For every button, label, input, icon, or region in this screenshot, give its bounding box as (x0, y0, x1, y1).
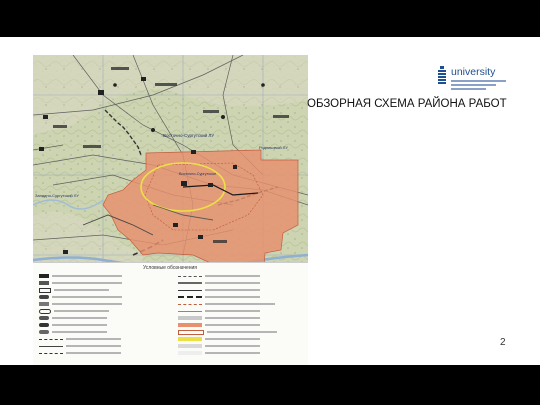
page-number: 2 (500, 337, 506, 348)
label-rodnikovyi-lu: Родниковый ЛУ (259, 145, 288, 150)
label-vostochno-surgutskoe: Восточно-Сургутское (179, 172, 216, 176)
legend-title: Условные обозначения (143, 265, 198, 271)
slide: Восточно-Сургутский ЛУ Восточно-Сургутск… (0, 37, 540, 365)
label-zapadno-surgutskiy-lu: Западно-Сургутский ЛУ (35, 193, 79, 198)
logo-mark-icon (438, 66, 446, 84)
logo-wordmark: university (451, 66, 496, 78)
label-vostochno-surgutskiy-lu: Восточно-Сургутский ЛУ (163, 132, 214, 138)
university-logo: university (437, 64, 517, 94)
slide-title: ОБЗОРНАЯ СХЕМА РАЙОНА РАБОТ (307, 98, 507, 110)
map-legend: Условные обозначения (33, 262, 308, 365)
